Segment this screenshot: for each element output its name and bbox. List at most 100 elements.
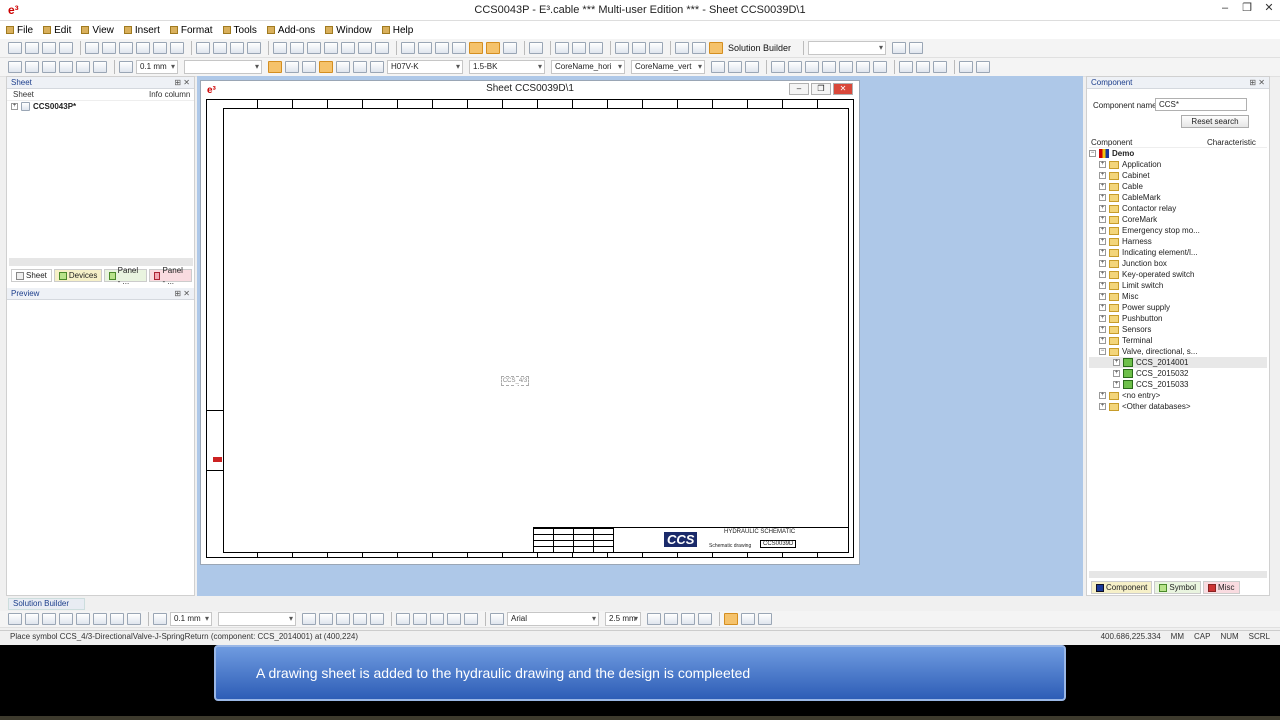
cut-icon[interactable]	[85, 42, 99, 54]
tree-component[interactable]: + CCS_2015033	[1089, 379, 1267, 390]
open-folder-icon[interactable]	[42, 42, 56, 54]
tree-folder[interactable]: + Emergency stop mo...	[1089, 225, 1267, 236]
rubberband-icon[interactable]	[933, 61, 947, 73]
tree-component[interactable]: + CCS_2015032	[1089, 368, 1267, 379]
expand-icon[interactable]: +	[1099, 216, 1106, 223]
cable2-icon[interactable]	[728, 61, 742, 73]
toolbar-option2-icon[interactable]	[909, 42, 924, 54]
component-hscrollbar[interactable]	[1089, 571, 1267, 578]
font-select[interactable]: Arial	[507, 612, 599, 626]
drawing-canvas[interactable]: CCS HYDRAULIC SCHEMATIC Schematic drawin…	[206, 99, 854, 558]
tab-devices[interactable]: Devices	[53, 269, 103, 282]
rotate-icon[interactable]	[42, 61, 56, 73]
terminal5-icon[interactable]	[839, 61, 853, 73]
tab-symbol[interactable]: Symbol	[1154, 581, 1202, 594]
tree-folder[interactable]: + Pushbutton	[1089, 313, 1267, 324]
select-mode-icon[interactable]	[469, 42, 483, 54]
paste-icon[interactable]	[119, 42, 133, 54]
open-icon[interactable]	[25, 42, 39, 54]
save-icon[interactable]	[59, 42, 73, 54]
expand-icon[interactable]: +	[1113, 370, 1120, 377]
dimension-tool-icon[interactable]	[127, 613, 141, 625]
tree-folder[interactable]: − Valve, directional, s...	[1089, 346, 1267, 357]
tree-component[interactable]: + CCS_2014001	[1089, 357, 1267, 368]
terminal3-icon[interactable]	[805, 61, 819, 73]
zoom-in-icon[interactable]	[307, 42, 321, 54]
terminal6-icon[interactable]	[856, 61, 870, 73]
tree-folder[interactable]: + CableMark	[1089, 192, 1267, 203]
tab-component[interactable]: Component	[1091, 581, 1153, 594]
expand-icon[interactable]: +	[1113, 381, 1120, 388]
window-tile-h-icon[interactable]	[572, 42, 586, 54]
tab-sheet[interactable]: Sheet	[11, 269, 52, 282]
minimize-button[interactable]: –	[1214, 0, 1236, 18]
zoom-icon[interactable]	[273, 42, 287, 54]
core-name-vert-select[interactable]: CoreName_vert	[631, 60, 705, 74]
help-icon[interactable]	[213, 42, 227, 54]
line-color-icon[interactable]	[119, 61, 133, 73]
wire-mode2-icon[interactable]	[336, 61, 350, 73]
rectangle-tool-icon[interactable]	[42, 613, 56, 625]
group2-icon[interactable]	[336, 613, 350, 625]
tab-panel-2[interactable]: Panel - ...	[149, 266, 192, 286]
tree-root-project[interactable]: + CCS0043P*	[7, 101, 194, 112]
text-align3-icon[interactable]	[302, 61, 316, 73]
tree-folder-extra[interactable]: + <Other databases>	[1089, 401, 1267, 412]
zoom-combo[interactable]	[808, 41, 887, 55]
component-name-input[interactable]: CCS*	[1155, 98, 1247, 111]
duplicate-icon[interactable]	[170, 42, 184, 54]
menu-view[interactable]: View	[81, 25, 114, 36]
terminal-icon[interactable]	[771, 61, 785, 73]
cross-icon[interactable]	[632, 42, 646, 54]
sheet-close-button[interactable]: ✕	[833, 83, 853, 95]
route-icon[interactable]	[615, 42, 629, 54]
expand-icon[interactable]: +	[1099, 304, 1106, 311]
tree-folder[interactable]: + Limit switch	[1089, 280, 1267, 291]
line-tool-icon[interactable]	[8, 613, 22, 625]
expand-icon[interactable]: +	[1099, 282, 1106, 289]
menu-edit[interactable]: Edit	[43, 25, 71, 36]
text-color-icon[interactable]	[647, 613, 661, 625]
menu-window[interactable]: Window	[325, 25, 372, 36]
close-button[interactable]: ✕	[1258, 0, 1280, 18]
line-style-select[interactable]	[184, 60, 262, 74]
paste-special-icon[interactable]	[136, 42, 150, 54]
tools-icon[interactable]	[959, 61, 973, 73]
tree-folder[interactable]: + Power supply	[1089, 302, 1267, 313]
expand-icon[interactable]: +	[1099, 293, 1106, 300]
toolbar-option-icon[interactable]	[892, 42, 907, 54]
undo-icon[interactable]	[230, 42, 244, 54]
underline-icon[interactable]	[698, 613, 712, 625]
swap-icon[interactable]	[529, 42, 543, 54]
wire-mode4-icon[interactable]	[370, 61, 384, 73]
draw-mode-icon[interactable]	[486, 42, 500, 54]
branch-icon[interactable]	[93, 61, 107, 73]
ungroup2-icon[interactable]	[353, 613, 367, 625]
expand-icon[interactable]: +	[1099, 337, 1106, 344]
text-tool-icon[interactable]	[490, 613, 504, 625]
expand-icon[interactable]: +	[1099, 249, 1106, 256]
tree-folder[interactable]: + Terminal	[1089, 335, 1267, 346]
component-pin-close-icon[interactable]: ⊞ ✕	[1249, 77, 1265, 88]
terminal2-icon[interactable]	[788, 61, 802, 73]
sheet-minimize-button[interactable]: –	[789, 83, 809, 95]
tree-folder[interactable]: + Indicating element/l...	[1089, 247, 1267, 258]
expand-icon[interactable]: +	[1099, 194, 1106, 201]
solution-builder-label[interactable]: Solution Builder	[728, 43, 791, 53]
line-width-select[interactable]: 0.1 mm	[136, 60, 178, 74]
zoom-fit-icon[interactable]	[341, 42, 355, 54]
tree-folder[interactable]: + Misc	[1089, 291, 1267, 302]
wire-select[interactable]: 1.5-BK	[469, 60, 545, 74]
expand-icon[interactable]: +	[1099, 183, 1106, 190]
menu-addons[interactable]: Add-ons	[266, 25, 315, 36]
hatch3-icon[interactable]	[430, 613, 444, 625]
zoom-out-icon[interactable]	[324, 42, 338, 54]
expand-icon[interactable]: +	[1099, 238, 1106, 245]
menu-file[interactable]: File	[6, 25, 33, 36]
tree-folder[interactable]: + Sensors	[1089, 324, 1267, 335]
tab-misc[interactable]: Misc	[1203, 581, 1240, 594]
cancel-icon[interactable]	[899, 61, 913, 73]
expand-icon[interactable]: +	[1099, 392, 1106, 399]
window-cascade-icon[interactable]	[555, 42, 569, 54]
hatch-delete-icon[interactable]	[464, 613, 478, 625]
